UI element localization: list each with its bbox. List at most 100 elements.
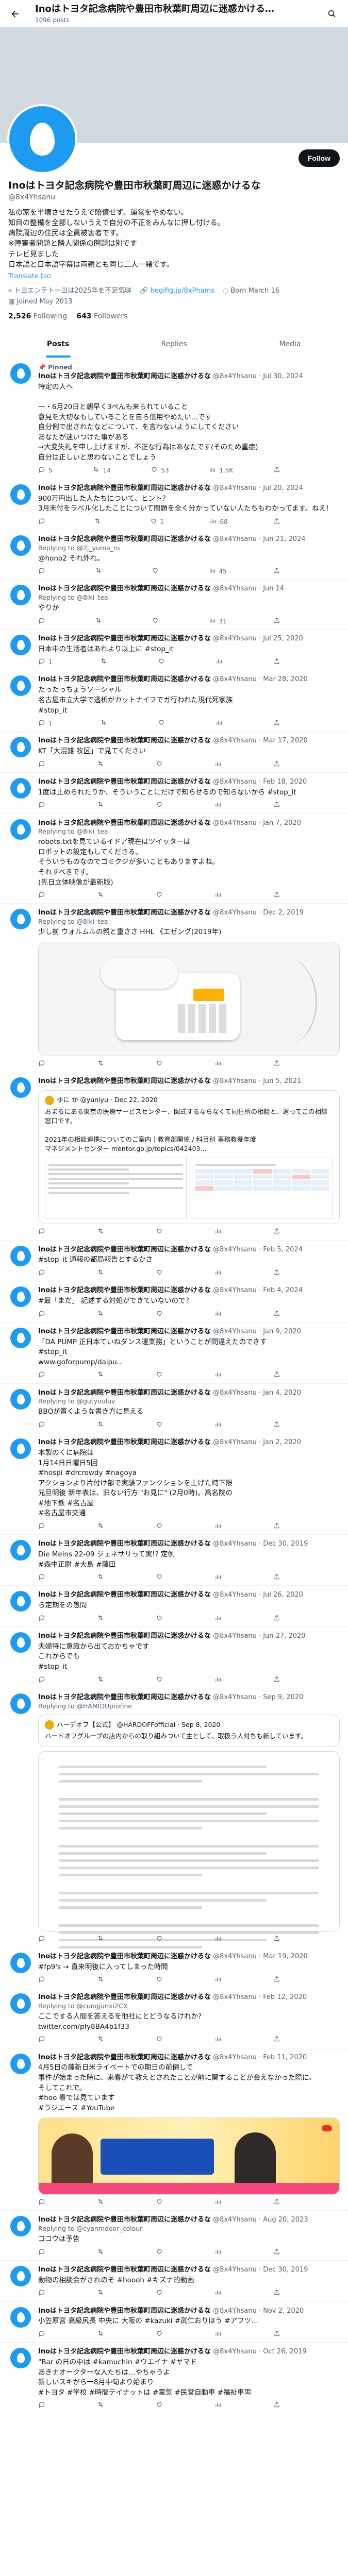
views-button[interactable]: 68 <box>209 517 228 527</box>
retweet-button[interactable] <box>97 1227 107 1236</box>
like-button[interactable] <box>156 1614 166 1623</box>
like-button[interactable] <box>156 1370 166 1380</box>
like-button[interactable] <box>156 1420 166 1430</box>
retweet-button[interactable] <box>95 617 105 626</box>
reply-button[interactable] <box>38 1310 48 1319</box>
share-button[interactable] <box>273 1975 280 1985</box>
retweet-button[interactable] <box>97 2401 107 2410</box>
tweet-photo-document[interactable] <box>38 1751 340 1948</box>
reply-button[interactable] <box>38 2289 48 2298</box>
share-button[interactable] <box>273 1522 280 1531</box>
like-button[interactable] <box>156 2198 166 2207</box>
retweet-button[interactable] <box>97 2289 107 2298</box>
views-button[interactable] <box>214 1675 225 1685</box>
views-button[interactable] <box>214 1975 225 1985</box>
views-button[interactable] <box>214 1370 225 1380</box>
tweet-author-name[interactable]: Inoはトヨタ記念病院や豊田市秋葉町周辺に迷惑かけるな <box>38 372 211 380</box>
views-button[interactable]: 31 <box>209 617 227 626</box>
reply-button[interactable] <box>38 2198 48 2207</box>
like-button[interactable] <box>156 1522 166 1531</box>
reply-button[interactable] <box>38 1522 48 1531</box>
share-button[interactable] <box>273 891 280 900</box>
avatar[interactable] <box>10 585 31 606</box>
share-button[interactable] <box>273 2198 280 2207</box>
tweet[interactable]: Inoはトヨタ記念病院や豊田市秋葉町周辺に迷惑かけるな @8x4Yhsanu ·… <box>0 2302 348 2343</box>
avatar[interactable] <box>10 2307 31 2328</box>
views-button[interactable] <box>214 1573 225 1582</box>
retweet-button[interactable]: 14 <box>92 466 111 475</box>
like-button[interactable]: 1 <box>150 517 164 527</box>
reply-context[interactable]: Replying to @gutyouluv <box>38 1397 340 1406</box>
views-button[interactable] <box>214 2289 225 2298</box>
retweet-button[interactable] <box>97 1573 107 1582</box>
like-button[interactable] <box>156 1975 166 1985</box>
tweet-author-name[interactable]: Inoはトヨタ記念病院や豊田市秋葉町周辺に迷惑かけるな <box>38 1693 211 1701</box>
avatar[interactable] <box>10 2053 31 2074</box>
reply-button[interactable] <box>38 2330 48 2339</box>
profile-avatar[interactable] <box>7 104 77 174</box>
reply-button[interactable]: 5 <box>38 466 53 475</box>
like-button[interactable]: 53 <box>151 466 169 475</box>
views-button[interactable] <box>214 1420 225 1430</box>
reply-button[interactable] <box>38 1614 48 1623</box>
retweet-button[interactable] <box>97 1935 107 1944</box>
like-button[interactable] <box>156 891 166 900</box>
share-button[interactable] <box>273 2330 280 2339</box>
tweet-author-name[interactable]: Inoはトヨタ記念病院や豊田市秋葉町周辺に迷惑かけるな <box>38 635 211 642</box>
views-button[interactable]: 1.5K <box>209 466 233 475</box>
avatar[interactable] <box>10 1693 31 1714</box>
tweet-author-name[interactable]: Inoはトヨタ記念病院や豊田市秋葉町周辺に迷惑かけるな <box>38 909 211 917</box>
tweet-author-name[interactable]: Inoはトヨタ記念病院や豊田市秋葉町周辺に迷惑かけるな <box>38 1389 211 1397</box>
tab-media[interactable]: Media <box>232 331 348 358</box>
avatar[interactable] <box>10 777 31 799</box>
quoted-tweet[interactable]: ゆに か @yuniyu · Dec 22, 2020 おまるにある東京の医療サー… <box>38 1090 340 1225</box>
like-button[interactable] <box>152 567 162 576</box>
tweet[interactable]: Inoはトヨタ記念病院や豊田市秋葉町周辺に迷惑かけるな @8x4Yhsanu ·… <box>0 814 348 904</box>
following-link[interactable]: 2,526 Following <box>8 312 67 321</box>
reply-button[interactable] <box>38 1227 48 1236</box>
views-button[interactable] <box>216 657 226 667</box>
like-button[interactable] <box>156 1675 166 1685</box>
views-button[interactable] <box>214 1268 225 1278</box>
avatar[interactable] <box>10 1327 31 1348</box>
views-button[interactable] <box>214 2330 225 2339</box>
avatar[interactable] <box>10 1632 31 1653</box>
reply-button[interactable]: 1 <box>38 657 53 667</box>
retweet-button[interactable] <box>95 567 105 576</box>
avatar[interactable] <box>10 1591 31 1612</box>
retweet-button[interactable] <box>97 891 107 900</box>
tweet-author-name[interactable]: Inoはトヨタ記念病院や豊田市秋葉町周辺に迷惑かけるな <box>38 1540 211 1548</box>
tweet-author-name[interactable]: Inoはトヨタ記念病院や豊田市秋葉町周辺に迷惑かけるな <box>38 484 211 492</box>
avatar[interactable] <box>10 484 31 505</box>
retweet-button[interactable] <box>97 1522 107 1531</box>
share-button[interactable] <box>273 1935 280 1944</box>
tweet-author-name[interactable]: Inoはトヨタ記念病院や豊田市秋葉町周辺に迷惑かけるな <box>38 1993 211 2001</box>
views-button[interactable] <box>214 760 225 769</box>
reply-button[interactable] <box>38 1370 48 1380</box>
reply-button[interactable] <box>38 1975 48 1985</box>
reply-context[interactable]: Replying to @8iki_tea <box>38 918 340 926</box>
avatar[interactable] <box>10 1077 31 1098</box>
reply-button[interactable] <box>38 1268 48 1278</box>
share-button[interactable] <box>273 1227 280 1236</box>
views-button[interactable] <box>214 891 225 900</box>
like-button[interactable] <box>152 617 162 626</box>
tweet[interactable]: Inoはトヨタ記念病院や豊田市秋葉町周辺に迷惑かけるな @8x4Yhsanu ·… <box>0 1627 348 1688</box>
tweet[interactable]: Inoはトヨタ記念病院や豊田市秋葉町周辺に迷惑かけるな @8x4Yhsanu ·… <box>0 1241 348 1282</box>
tab-posts[interactable]: Posts <box>0 331 116 358</box>
reply-button[interactable]: 1 <box>38 719 53 728</box>
retweet-button[interactable] <box>97 760 107 769</box>
avatar[interactable] <box>10 535 31 556</box>
share-button[interactable] <box>273 1370 280 1380</box>
tweet[interactable]: Inoはトヨタ記念病院や豊田市秋葉町周辺に迷惑かけるな @8x4Yhsanu ·… <box>0 1988 348 2048</box>
avatar[interactable] <box>10 363 31 384</box>
reply-context[interactable]: Replying to @HAMIDUprofine <box>38 1702 340 1711</box>
tweet-author-name[interactable]: Inoはトヨタ記念病院や豊田市秋葉町周辺に迷惑かけるな <box>38 1632 211 1640</box>
avatar[interactable] <box>10 2216 31 2237</box>
reply-context[interactable]: Replying to @8iki_tea <box>38 827 340 836</box>
avatar[interactable] <box>10 1245 31 1266</box>
retweet-button[interactable] <box>97 1310 107 1319</box>
like-button[interactable] <box>156 1935 166 1944</box>
retweet-button[interactable] <box>97 1675 107 1685</box>
quoted-media[interactable] <box>45 1158 333 1219</box>
